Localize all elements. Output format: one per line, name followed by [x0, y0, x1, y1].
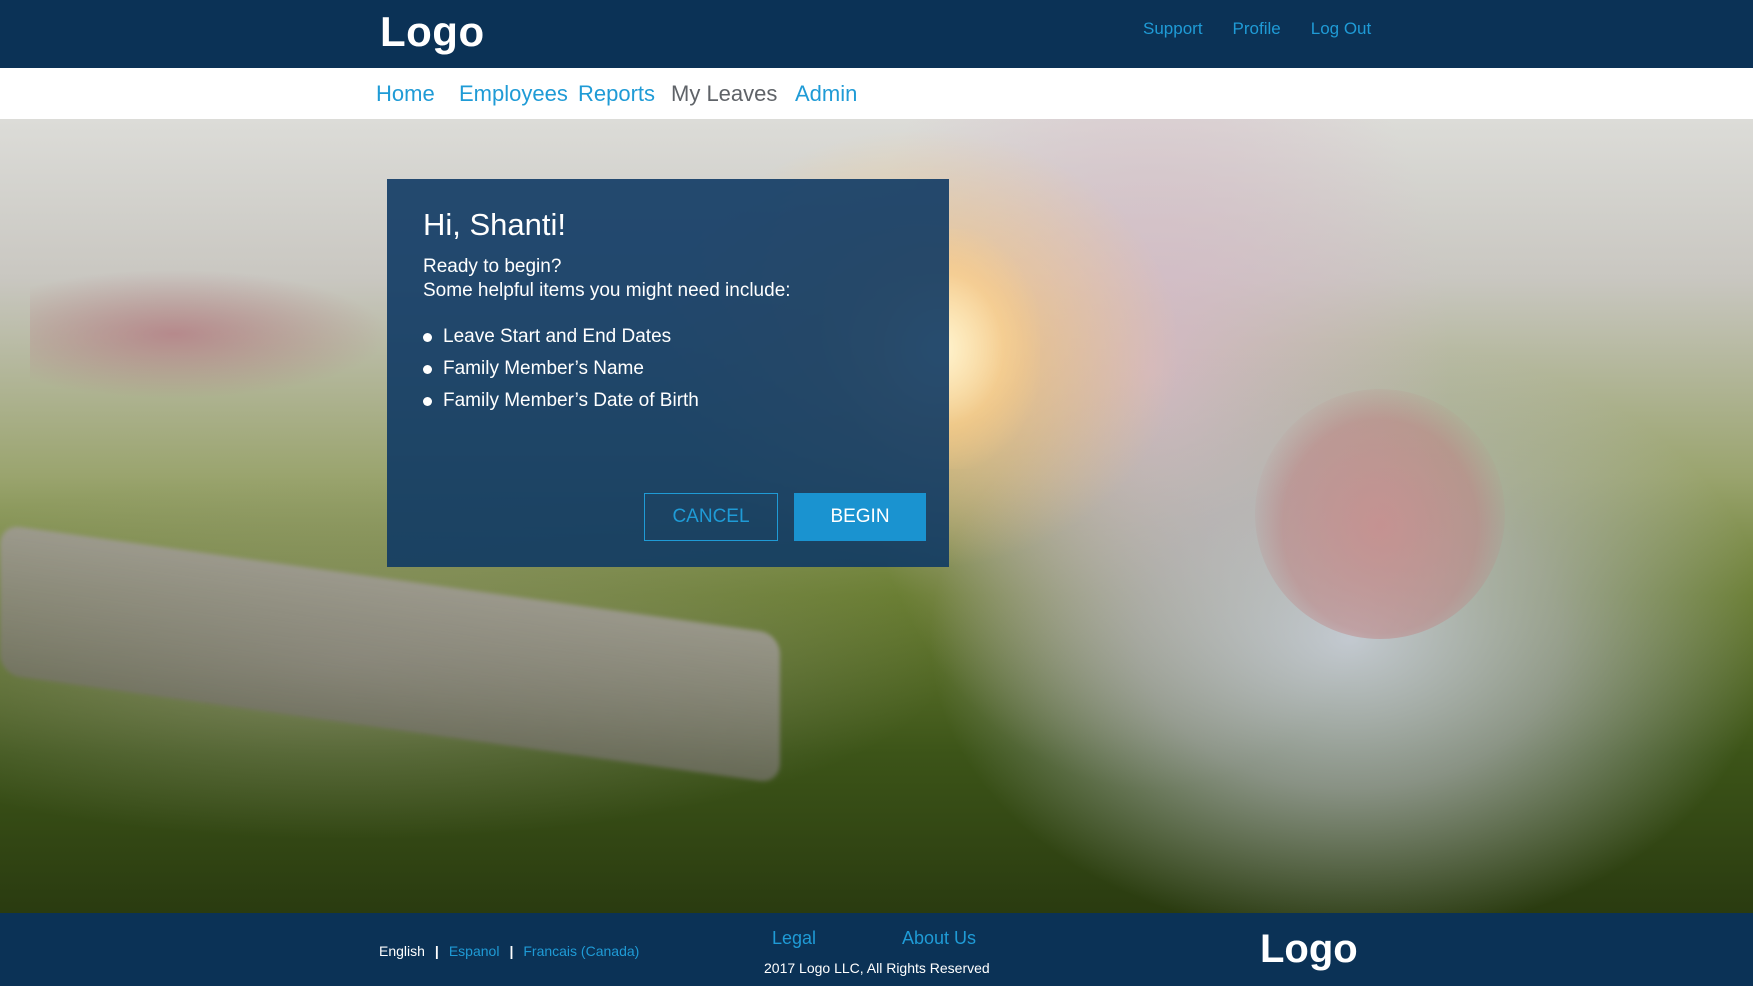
support-link[interactable]: Support: [1143, 19, 1203, 39]
list-item: Leave Start and End Dates: [423, 321, 913, 353]
language-switcher: English | Espanol | Francais (Canada): [379, 943, 639, 959]
nav-item-employees[interactable]: Employees: [459, 81, 568, 107]
page-footer: English | Espanol | Francais (Canada) Le…: [0, 913, 1753, 986]
bullet-icon: [423, 365, 432, 374]
utility-links: Support Profile Log Out: [1143, 19, 1401, 39]
dialog-intro-line-1: Ready to begin?: [423, 256, 562, 277]
welcome-dialog: Hi, Shanti! Ready to begin? Some helpful…: [387, 179, 949, 567]
left-hand-shape: [30, 269, 390, 399]
profile-link[interactable]: Profile: [1233, 19, 1281, 39]
list-item-label: Family Member’s Name: [443, 358, 644, 379]
dialog-title: Hi, Shanti!: [423, 207, 567, 242]
main-nav: Home Employees Reports My Leaves Admin: [0, 68, 1753, 120]
logout-link[interactable]: Log Out: [1311, 19, 1372, 39]
language-francais[interactable]: Francais (Canada): [523, 943, 639, 959]
legal-link[interactable]: Legal: [772, 928, 816, 949]
header-logo[interactable]: Logo: [380, 8, 485, 56]
language-separator: |: [509, 943, 514, 959]
language-english[interactable]: English: [379, 943, 425, 959]
top-header: Logo Support Profile Log Out: [0, 0, 1753, 68]
nav-item-admin[interactable]: Admin: [795, 81, 857, 107]
dialog-intro-line-2: Some helpful items you might need includ…: [423, 280, 791, 301]
list-item: Family Member’s Name: [423, 353, 913, 385]
language-separator: |: [434, 943, 439, 959]
list-item-label: Leave Start and End Dates: [443, 326, 672, 347]
nav-item-my-leaves[interactable]: My Leaves: [671, 81, 777, 107]
language-espanol[interactable]: Espanol: [449, 943, 500, 959]
nav-item-reports[interactable]: Reports: [578, 81, 655, 107]
list-item-label: Family Member’s Date of Birth: [443, 390, 699, 411]
helpful-items-list: Leave Start and End Dates Family Member’…: [423, 321, 913, 417]
nav-item-home[interactable]: Home: [376, 81, 435, 107]
about-us-link[interactable]: About Us: [902, 928, 976, 949]
footer-logo[interactable]: Logo: [1260, 927, 1358, 972]
cancel-button[interactable]: CANCEL: [644, 493, 778, 541]
copyright-text: 2017 Logo LLC, All Rights Reserved: [764, 960, 990, 976]
bullet-icon: [423, 333, 432, 342]
list-item: Family Member’s Date of Birth: [423, 385, 913, 417]
begin-button[interactable]: BEGIN: [794, 493, 926, 541]
right-hand-shape: [1255, 389, 1505, 639]
bullet-icon: [423, 397, 432, 406]
dialog-intro: Ready to begin? Some helpful items you m…: [423, 255, 913, 303]
